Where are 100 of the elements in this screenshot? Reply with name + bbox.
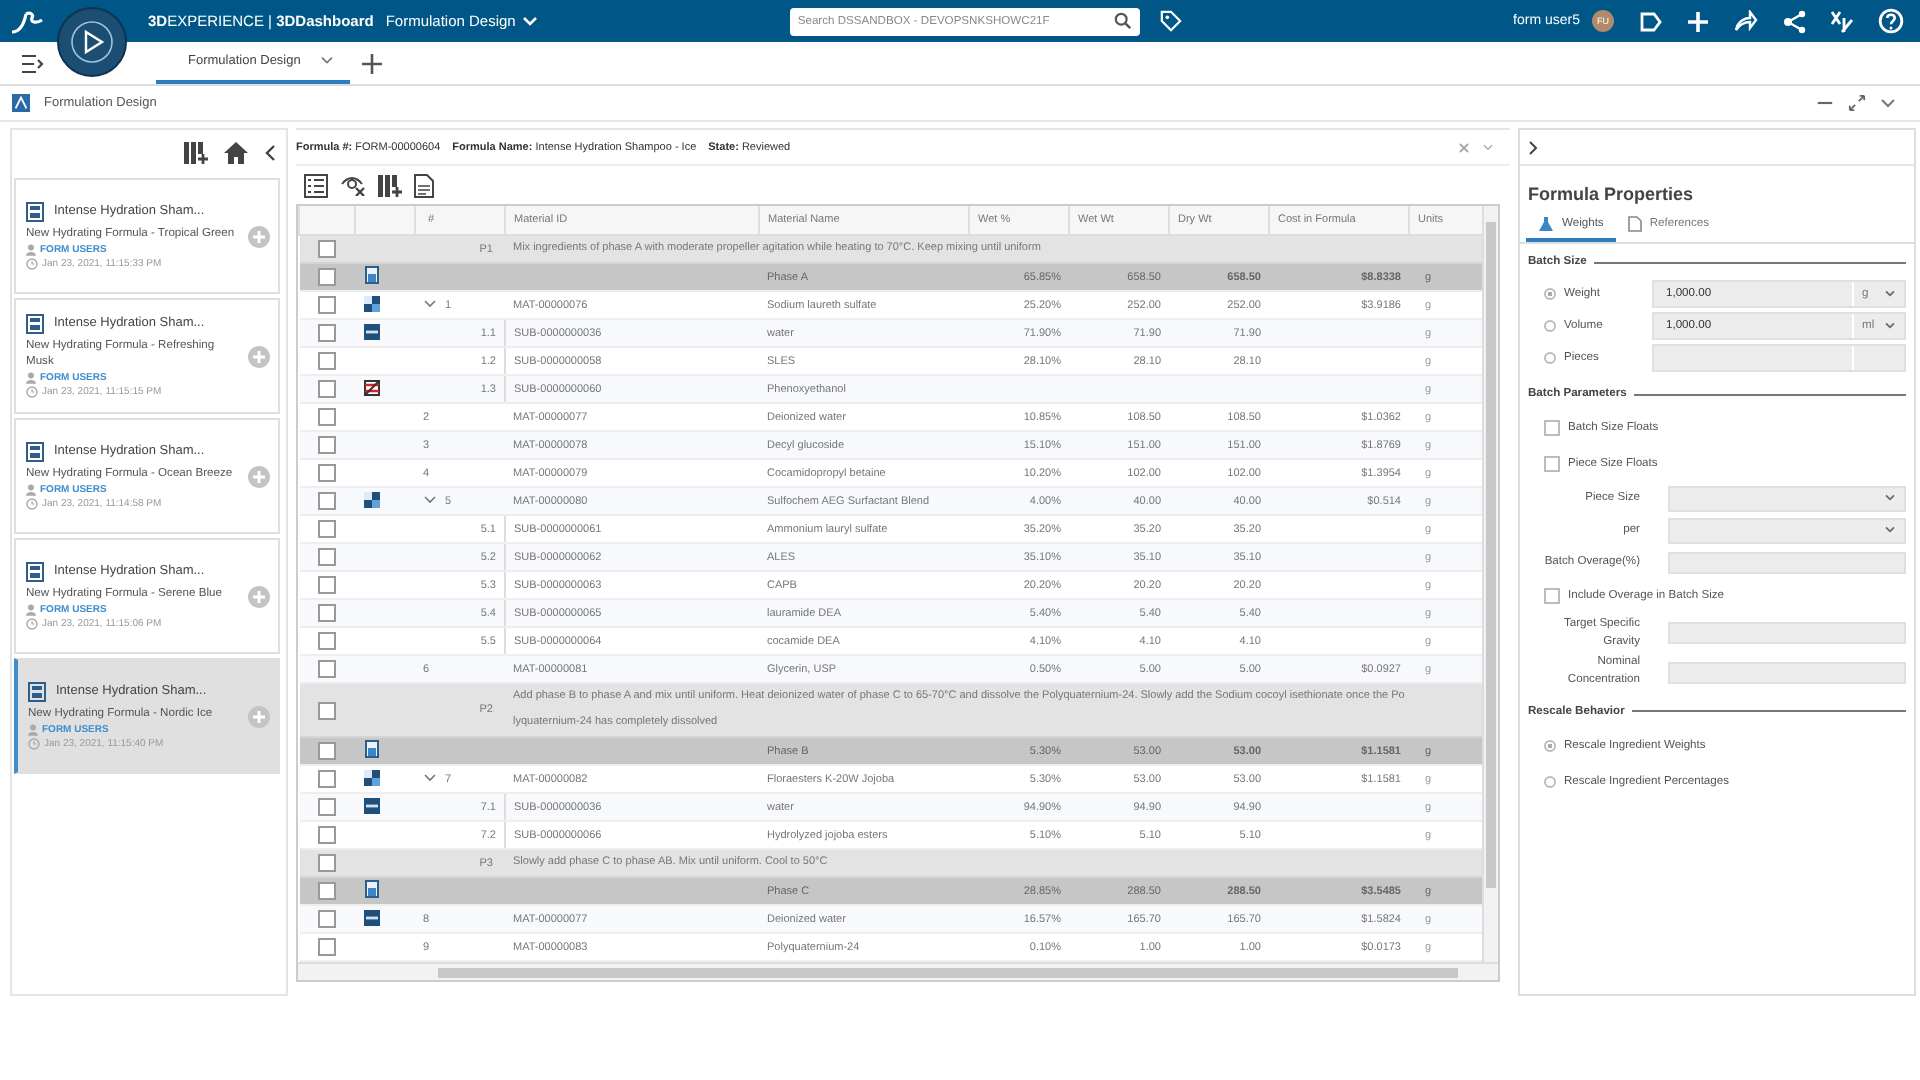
clock-icon [26,618,38,631]
user-icon [26,604,36,617]
checkbox[interactable] [1544,456,1560,472]
mixture-icon [363,769,379,785]
row-checkbox[interactable] [318,604,336,622]
row-checkbox[interactable] [318,352,336,370]
checkbox[interactable] [1544,588,1560,604]
row-checkbox[interactable] [318,548,336,566]
add-tab-icon[interactable] [362,53,383,73]
mixture-icon [363,295,379,311]
add-circle-icon[interactable] [248,225,270,247]
search-icon [1113,12,1132,30]
hide-icon[interactable] [340,174,366,196]
caret-icon [521,15,538,27]
clock-icon [26,386,38,399]
expand-caret-icon[interactable] [423,774,435,783]
row-checkbox[interactable] [318,770,336,788]
row-checkbox[interactable] [318,632,336,650]
add-circle-icon[interactable] [248,345,270,367]
row-checkbox[interactable] [318,742,336,760]
beaker-icon [363,740,379,758]
menu-icon[interactable] [20,53,44,73]
row-checkbox[interactable] [318,492,336,510]
row-checkbox[interactable] [318,854,336,872]
caret-icon [1884,290,1896,298]
add-circle-icon[interactable] [248,705,270,727]
substance-icon [363,797,379,813]
input-field[interactable] [1668,661,1906,684]
radio-button[interactable] [1544,288,1556,300]
input-field[interactable] [1668,551,1906,573]
add-circle-icon[interactable] [248,465,270,487]
flask-icon [1538,216,1554,232]
clock-icon [28,738,40,751]
row-checkbox[interactable] [318,380,336,398]
close-icon[interactable] [1458,141,1470,153]
row-checkbox[interactable] [318,826,336,844]
add-column-icon[interactable] [378,173,402,197]
amount-field[interactable] [1652,344,1906,372]
horizontal-scrollbar[interactable] [298,962,1498,980]
network-icon[interactable] [1782,9,1806,33]
radio-button[interactable] [1544,320,1556,332]
formula-icon [28,681,46,702]
row-checkbox[interactable] [318,798,336,816]
document-icon[interactable] [414,173,434,197]
caret-icon [1884,494,1896,502]
share-icon[interactable] [1734,9,1758,33]
clock-icon [26,498,38,511]
vertical-scrollbar[interactable] [1482,206,1498,962]
checkbox[interactable] [1544,420,1560,436]
list-view-icon[interactable] [304,173,328,197]
row-checkbox[interactable] [318,701,336,719]
caret-icon[interactable] [1880,97,1896,109]
formula-icon [26,561,44,582]
mixture-icon [363,491,379,507]
row-checkbox[interactable] [318,910,336,928]
plus-icon[interactable] [1686,9,1710,33]
substance-icon [363,909,379,925]
dropdown-field[interactable] [1668,517,1906,543]
expand-icon[interactable] [1848,94,1866,112]
tag-icon[interactable] [1159,10,1182,32]
row-checkbox[interactable] [318,408,336,426]
caret-icon [1884,322,1896,330]
collapse-icon[interactable] [264,143,276,161]
expand-caret-icon[interactable] [423,300,435,309]
radio-button[interactable] [1544,775,1556,788]
panel-title: Formula Properties [1526,182,1696,208]
app-icon [12,94,30,112]
row-checkbox[interactable] [318,520,336,538]
substance-icon [363,323,379,339]
caret-icon[interactable] [1482,143,1494,151]
caret-icon [1884,526,1896,534]
row-checkbox[interactable] [318,464,336,482]
user-icon [26,372,36,385]
row-checkbox[interactable] [318,938,336,956]
radio-button[interactable] [1544,739,1556,752]
help-icon[interactable] [1878,8,1904,34]
add-column-icon[interactable] [184,141,208,163]
row-checkbox[interactable] [318,240,336,258]
clock-icon [26,258,38,271]
add-circle-icon[interactable] [248,585,270,607]
row-checkbox[interactable] [318,660,336,678]
logo-icon [8,7,48,35]
expand-panel-icon[interactable] [1528,139,1538,155]
expand-caret-icon[interactable] [423,496,435,505]
row-checkbox[interactable] [318,296,336,314]
home-icon[interactable] [224,141,248,163]
row-checkbox[interactable] [318,324,336,342]
radio-button[interactable] [1544,352,1556,364]
formula-icon [26,313,44,334]
document-icon [1627,216,1642,232]
dropdown-field[interactable] [1668,485,1906,511]
row-checkbox[interactable] [318,882,336,900]
user-icon [26,484,36,497]
user-icon [26,244,36,257]
input-field[interactable] [1668,622,1906,645]
compass-icon[interactable] [56,6,128,78]
row-checkbox[interactable] [318,268,336,286]
caret-icon [320,56,335,66]
row-checkbox[interactable] [318,436,336,454]
row-checkbox[interactable] [318,576,336,594]
